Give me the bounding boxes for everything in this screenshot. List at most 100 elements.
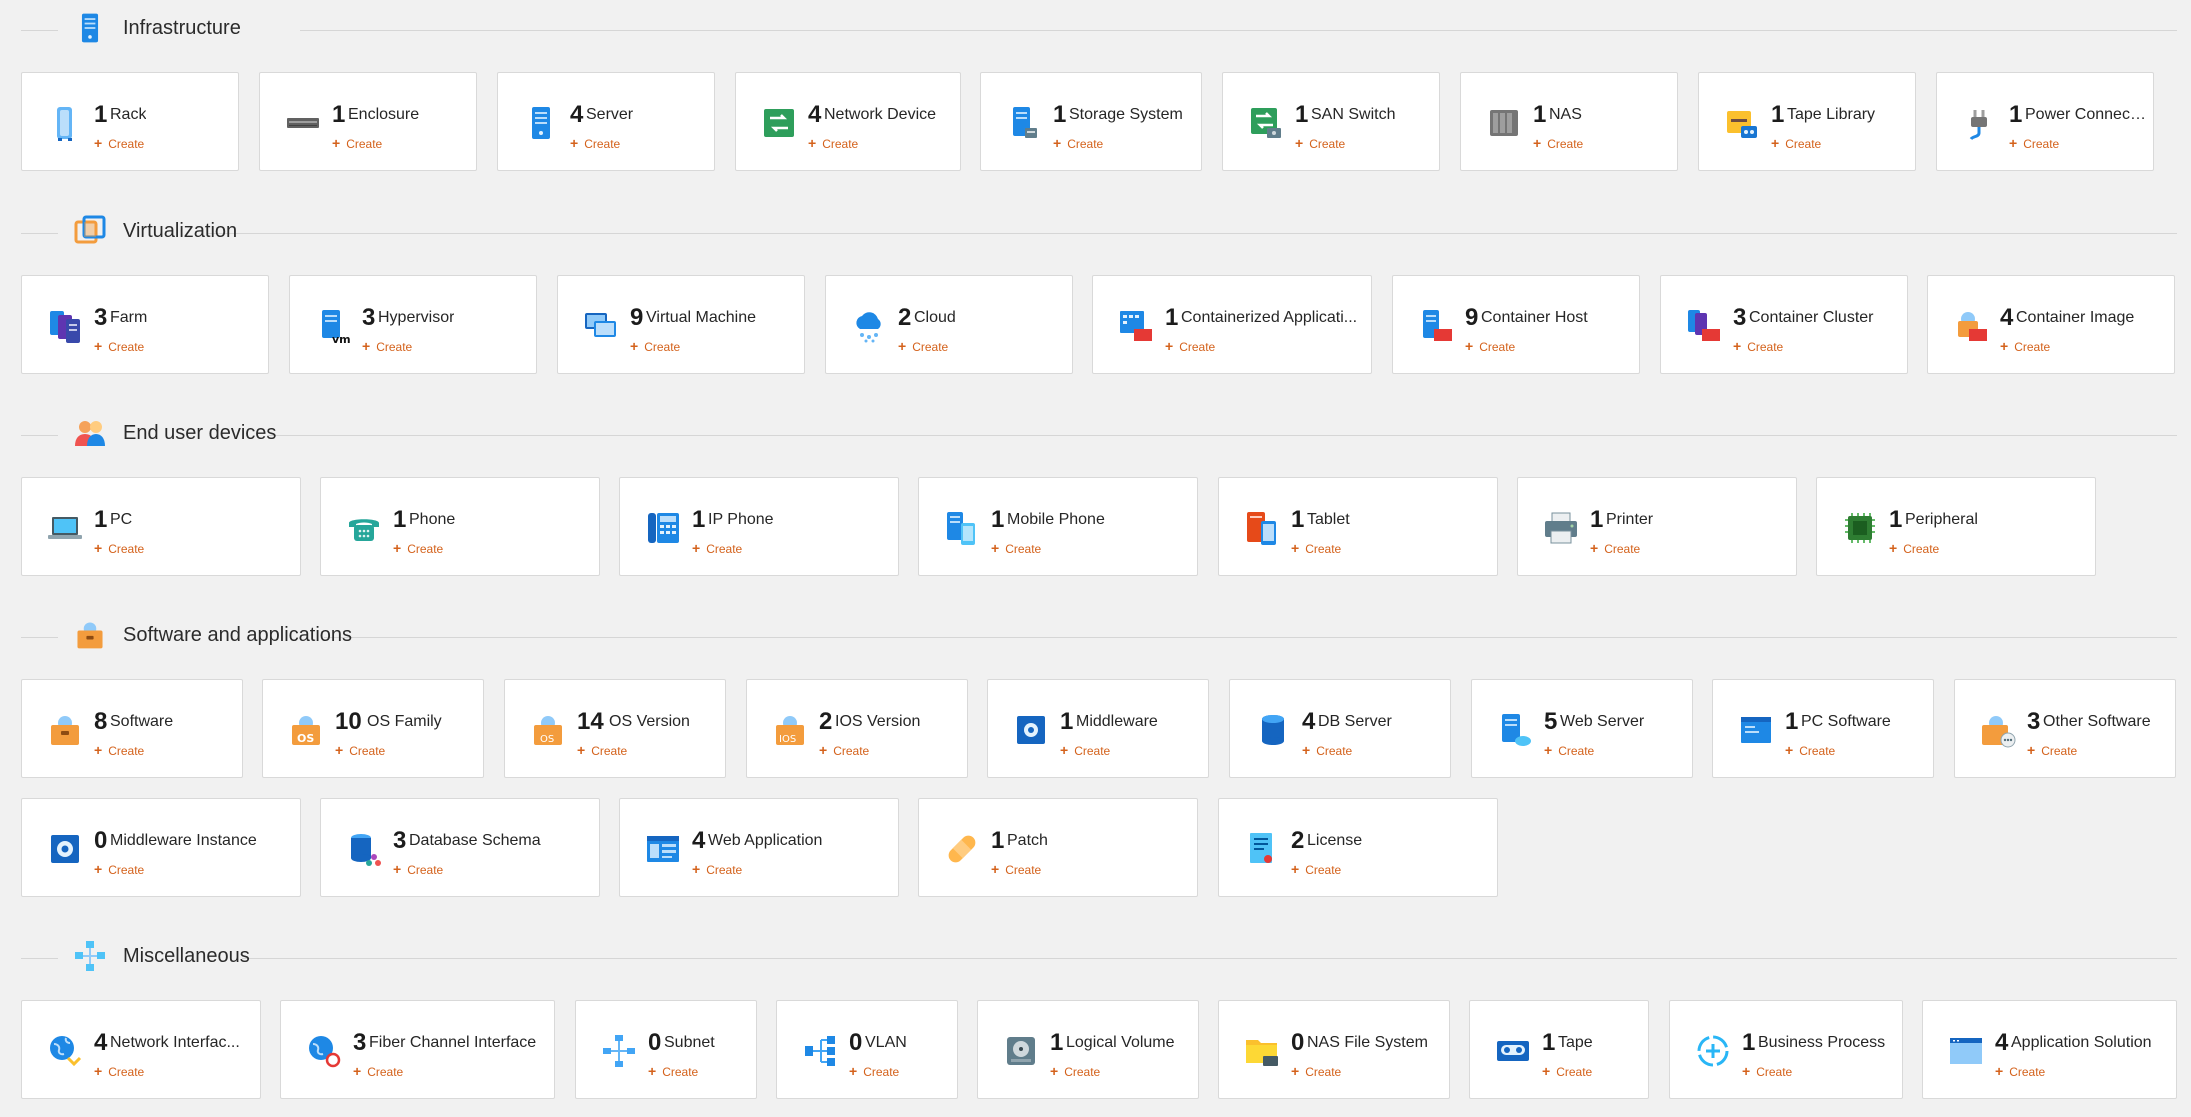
create-link[interactable]: + Create	[94, 1063, 144, 1079]
create-link[interactable]: + Create	[1542, 1063, 1592, 1079]
card-fiber-channel-interface[interactable]: 3 Fiber Channel Interface + Create	[280, 1000, 555, 1099]
create-link[interactable]: + Create	[577, 742, 627, 758]
create-link[interactable]: + Create	[692, 540, 742, 556]
create-link[interactable]: + Create	[94, 742, 144, 758]
card-storage-system[interactable]: 1 Storage System + Create	[980, 72, 1202, 171]
card-container-host[interactable]: 9 Container Host + Create	[1392, 275, 1640, 374]
card-os-version[interactable]: OS 14 OS Version + Create	[504, 679, 726, 778]
create-link[interactable]: + Create	[335, 742, 385, 758]
create-link[interactable]: + Create	[2000, 338, 2050, 354]
create-link[interactable]: + Create	[1295, 135, 1345, 151]
create-link[interactable]: + Create	[898, 338, 948, 354]
card-farm[interactable]: 3 Farm + Create	[21, 275, 269, 374]
create-link[interactable]: + Create	[1050, 1063, 1100, 1079]
create-link[interactable]: + Create	[991, 861, 1041, 877]
create-link[interactable]: + Create	[393, 540, 443, 556]
card-printer[interactable]: 1 Printer + Create	[1517, 477, 1797, 576]
create-link[interactable]: + Create	[393, 861, 443, 877]
card-license[interactable]: 2 License + Create	[1218, 798, 1498, 897]
card-tablet[interactable]: 1 Tablet + Create	[1218, 477, 1498, 576]
create-link[interactable]: + Create	[630, 338, 680, 354]
create-link[interactable]: + Create	[2027, 742, 2077, 758]
create-link[interactable]: + Create	[1302, 742, 1352, 758]
create-link[interactable]: + Create	[332, 135, 382, 151]
create-link[interactable]: + Create	[353, 1063, 403, 1079]
create-link[interactable]: + Create	[1060, 742, 1110, 758]
create-link[interactable]: + Create	[1742, 1063, 1792, 1079]
create-link[interactable]: + Create	[1291, 540, 1341, 556]
power-plug-icon	[1961, 104, 1999, 142]
create-link[interactable]: + Create	[362, 338, 412, 354]
card-db-server[interactable]: 4 DB Server + Create	[1229, 679, 1451, 778]
plus-icon: +	[692, 540, 701, 556]
card-mobile-phone[interactable]: 1 Mobile Phone + Create	[918, 477, 1198, 576]
card-containerized-applicati[interactable]: 1 Containerized Applicati... + Create	[1092, 275, 1372, 374]
card-tape-library[interactable]: 1 Tape Library + Create	[1698, 72, 1916, 171]
create-link[interactable]: + Create	[1291, 1063, 1341, 1079]
create-link[interactable]: + Create	[991, 540, 1041, 556]
create-link[interactable]: + Create	[94, 540, 144, 556]
card-nas[interactable]: 1 NAS + Create	[1460, 72, 1678, 171]
card-container-image[interactable]: 4 Container Image + Create	[1927, 275, 2175, 374]
card-network-device[interactable]: 4 Network Device + Create	[735, 72, 961, 171]
create-link[interactable]: + Create	[1053, 135, 1103, 151]
card-software[interactable]: 8 Software + Create	[21, 679, 243, 778]
card-ip-phone[interactable]: 1 IP Phone + Create	[619, 477, 899, 576]
create-link[interactable]: + Create	[849, 1063, 899, 1079]
card-business-process[interactable]: 1 Business Process + Create	[1669, 1000, 1903, 1099]
create-link[interactable]: + Create	[94, 338, 144, 354]
card-nas-file-system[interactable]: 0 NAS File System + Create	[1218, 1000, 1450, 1099]
svg-text:OS: OS	[297, 732, 314, 745]
card-database-schema[interactable]: 3 Database Schema + Create	[320, 798, 600, 897]
create-link[interactable]: + Create	[94, 135, 144, 151]
create-link[interactable]: + Create	[648, 1063, 698, 1079]
card-tape[interactable]: 1 Tape + Create	[1469, 1000, 1649, 1099]
card-subnet[interactable]: 0 Subnet + Create	[575, 1000, 757, 1099]
create-link[interactable]: + Create	[1785, 742, 1835, 758]
card-cloud[interactable]: 2 Cloud + Create	[825, 275, 1073, 374]
card-pc[interactable]: 1 PC + Create	[21, 477, 301, 576]
card-other-software[interactable]: 3 Other Software + Create	[1954, 679, 2176, 778]
card-san-switch[interactable]: 1 SAN Switch + Create	[1222, 72, 1440, 171]
card-enclosure[interactable]: 1 Enclosure + Create	[259, 72, 477, 171]
card-ios-version[interactable]: IOS 2 IOS Version + Create	[746, 679, 968, 778]
card-container-cluster[interactable]: 3 Container Cluster + Create	[1660, 275, 1908, 374]
create-link[interactable]: + Create	[1733, 338, 1783, 354]
card-os-family[interactable]: OS 10 OS Family + Create	[262, 679, 484, 778]
ip-phone-icon	[644, 509, 682, 547]
card-server[interactable]: 4 Server + Create	[497, 72, 715, 171]
card-application-solution[interactable]: 4 Application Solution + Create	[1922, 1000, 2177, 1099]
create-link[interactable]: + Create	[1590, 540, 1640, 556]
card-phone[interactable]: 1 Phone + Create	[320, 477, 600, 576]
create-link[interactable]: + Create	[1771, 135, 1821, 151]
create-link[interactable]: + Create	[808, 135, 858, 151]
card-vlan[interactable]: 0 VLAN + Create	[776, 1000, 958, 1099]
card-logical-volume[interactable]: 1 Logical Volume + Create	[977, 1000, 1199, 1099]
create-link[interactable]: + Create	[1995, 1063, 2045, 1079]
card-virtual-machine[interactable]: 9 Virtual Machine + Create	[557, 275, 805, 374]
card-middleware-instance[interactable]: 0 Middleware Instance + Create	[21, 798, 301, 897]
card-peripheral[interactable]: 1 Peripheral + Create	[1816, 477, 2096, 576]
create-link[interactable]: + Create	[1533, 135, 1583, 151]
create-link[interactable]: + Create	[692, 861, 742, 877]
create-link[interactable]: + Create	[1544, 742, 1594, 758]
create-link[interactable]: + Create	[1291, 861, 1341, 877]
create-link[interactable]: + Create	[1165, 338, 1215, 354]
create-link[interactable]: + Create	[570, 135, 620, 151]
card-middleware[interactable]: 1 Middleware + Create	[987, 679, 1209, 778]
card-patch[interactable]: 1 Patch + Create	[918, 798, 1198, 897]
card-network-interfac[interactable]: 4 Network Interfac... + Create	[21, 1000, 261, 1099]
virtualization-icon	[73, 214, 107, 248]
create-link[interactable]: + Create	[94, 861, 144, 877]
create-link[interactable]: + Create	[1889, 540, 1939, 556]
create-link[interactable]: + Create	[2009, 135, 2059, 151]
card-web-application[interactable]: 4 Web Application + Create	[619, 798, 899, 897]
object-class-label: NAS	[1549, 106, 1582, 123]
create-link[interactable]: + Create	[1465, 338, 1515, 354]
create-link[interactable]: + Create	[819, 742, 869, 758]
card-web-server[interactable]: 5 Web Server + Create	[1471, 679, 1693, 778]
card-hypervisor[interactable]: vm 3 Hypervisor + Create	[289, 275, 537, 374]
card-rack[interactable]: 1 Rack + Create	[21, 72, 239, 171]
card-power-connection[interactable]: 1 Power Connection + Create	[1936, 72, 2154, 171]
card-pc-software[interactable]: 1 PC Software + Create	[1712, 679, 1934, 778]
